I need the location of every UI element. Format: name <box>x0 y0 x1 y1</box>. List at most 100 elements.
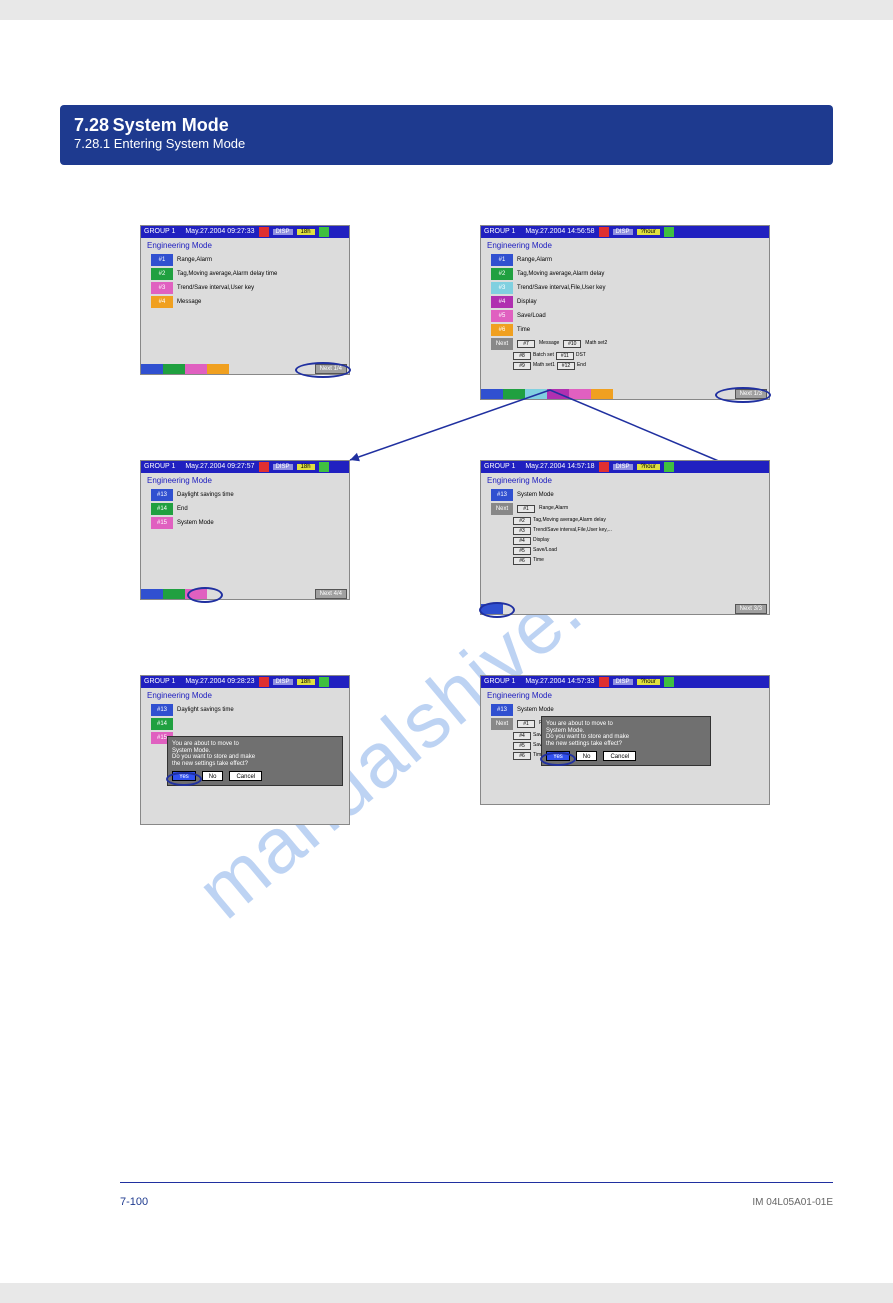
screenshot-c: GROUP 1 May.27.2004 09:27:57 DISP 18h En… <box>140 460 350 600</box>
banner-number: 7.28 <box>74 115 109 135</box>
disp-label: DISP <box>613 464 633 471</box>
disp-label: DISP <box>613 679 633 686</box>
menu-button[interactable]: #5 <box>491 310 513 322</box>
sub-label: Trend/Save interval,File,User key,... <box>533 528 612 534</box>
menu-button[interactable]: #6 <box>491 324 513 336</box>
menu-button[interactable]: #2 <box>491 268 513 280</box>
menu-item-label: Tag,Moving average,Alarm delay time <box>177 271 277 278</box>
dialog-text: the new settings take effect? <box>172 761 338 768</box>
alarm-icon <box>259 227 269 237</box>
sub-label: Tag,Moving average,Alarm delay <box>533 518 606 524</box>
status-icon <box>319 677 329 687</box>
menu-button[interactable]: #15 <box>151 517 173 529</box>
mode-label: Engineering Mode <box>481 238 769 253</box>
sub-label: DST <box>576 353 586 359</box>
time-badge: 18h <box>297 464 315 471</box>
next-button[interactable]: Next 3/3 <box>735 604 767 614</box>
cancel-button[interactable]: Cancel <box>603 751 636 761</box>
menu-button[interactable]: #13 <box>151 704 173 716</box>
timestamp: May.27.2004 09:27:57 <box>185 463 254 471</box>
group-label: GROUP 1 <box>484 463 515 471</box>
menu-button[interactable]: #13 <box>151 489 173 501</box>
cancel-button[interactable]: Cancel <box>229 771 262 781</box>
yes-button[interactable]: Yes <box>172 771 196 781</box>
menu-button[interactable]: #4 <box>491 296 513 308</box>
page-number: 7-100 <box>120 1196 148 1208</box>
confirm-dialog: You are about to move to System Mode. Do… <box>541 716 711 766</box>
menu-button[interactable]: #3 <box>151 282 173 294</box>
menu-item-label: Trend/Save interval,File,User key <box>517 285 605 292</box>
mode-label: Engineering Mode <box>141 688 349 703</box>
alarm-icon <box>599 227 609 237</box>
sub-label: Range,Alarm <box>539 506 568 512</box>
next-button[interactable]: Next 4/4 <box>315 589 347 599</box>
sub-label: Message <box>539 341 559 347</box>
next-button[interactable]: Next 1/4 <box>315 364 347 374</box>
dialog-text: Do you want to store and make <box>172 754 338 761</box>
timestamp: May.27.2004 09:27:33 <box>185 228 254 236</box>
dialog-text: You are about to move to <box>546 721 706 728</box>
status-icon <box>664 462 674 472</box>
timestamp: May.27.2004 14:56:58 <box>525 228 594 236</box>
menu-item-label: Save/Load <box>517 313 546 320</box>
sub-key: #10 <box>563 340 581 348</box>
sub-label: Math set1 <box>533 363 555 369</box>
menu-button[interactable]: #13 <box>491 704 513 716</box>
menu-item-label: End <box>177 506 188 513</box>
menu-button[interactable]: #3 <box>491 282 513 294</box>
alarm-icon <box>259 677 269 687</box>
time-badge: 18h <box>297 229 315 236</box>
menu-button[interactable]: #14 <box>151 718 173 730</box>
disp-label: DISP <box>613 229 633 236</box>
banner-subtitle: 7.28.1 Entering System Mode <box>74 136 245 151</box>
timestamp: May.27.2004 09:28:23 <box>185 678 254 686</box>
menu-button[interactable]: #1 <box>151 254 173 266</box>
no-button[interactable]: No <box>576 751 598 761</box>
sub-key: #8 <box>513 352 531 360</box>
sub-key: #11 <box>556 352 574 360</box>
screenshot-e: GROUP 1 May.27.2004 09:28:23 DISP 18h En… <box>140 675 350 825</box>
sub-label: Time <box>533 558 544 564</box>
sub-label: Batch set <box>533 353 554 359</box>
sub-key: #1 <box>517 720 535 728</box>
alarm-icon <box>259 462 269 472</box>
mode-label: Engineering Mode <box>141 473 349 488</box>
sub-key: #4 <box>513 732 531 740</box>
next-label-button[interactable]: Next <box>491 338 513 350</box>
disp-label: DISP <box>273 229 293 236</box>
mode-label: Engineering Mode <box>141 238 349 253</box>
menu-item-label: Range,Alarm <box>177 257 212 264</box>
menu-button[interactable]: #2 <box>151 268 173 280</box>
time-badge: ?hour <box>637 679 660 686</box>
sub-key: #1 <box>517 505 535 513</box>
menu-item-label: Display <box>517 299 537 306</box>
sub-label: End <box>577 363 586 369</box>
sub-key: #6 <box>513 752 531 760</box>
mode-label: Engineering Mode <box>481 688 769 703</box>
screenshot-a: GROUP 1 May.27.2004 09:27:33 DISP 18h En… <box>140 225 350 375</box>
mode-label: Engineering Mode <box>481 473 769 488</box>
sub-key: #7 <box>517 340 535 348</box>
footer-rule <box>120 1182 833 1183</box>
no-button[interactable]: No <box>202 771 224 781</box>
screenshot-b: GROUP 1 May.27.2004 14:56:58 DISP ?hour … <box>480 225 770 400</box>
next-label-button[interactable]: Next <box>491 503 513 515</box>
timestamp: May.27.2004 14:57:18 <box>525 463 594 471</box>
dialog-text: Do you want to store and make <box>546 734 706 741</box>
sub-key: #4 <box>513 537 531 545</box>
menu-button[interactable]: #1 <box>491 254 513 266</box>
alarm-icon <box>599 462 609 472</box>
timestamp: May.27.2004 14:57:33 <box>525 678 594 686</box>
menu-button[interactable]: #14 <box>151 503 173 515</box>
next-label-button[interactable]: Next <box>491 718 513 730</box>
yes-button[interactable]: Yes <box>546 751 570 761</box>
next-button[interactable]: Next 1/3 <box>735 389 767 399</box>
time-badge: ?hour <box>637 229 660 236</box>
sub-key: #3 <box>513 527 531 535</box>
menu-button[interactable]: #4 <box>151 296 173 308</box>
sub-key: #5 <box>513 547 531 555</box>
status-icon <box>319 462 329 472</box>
sub-key: #12 <box>557 362 575 370</box>
menu-button[interactable]: #13 <box>491 489 513 501</box>
disp-label: DISP <box>273 679 293 686</box>
